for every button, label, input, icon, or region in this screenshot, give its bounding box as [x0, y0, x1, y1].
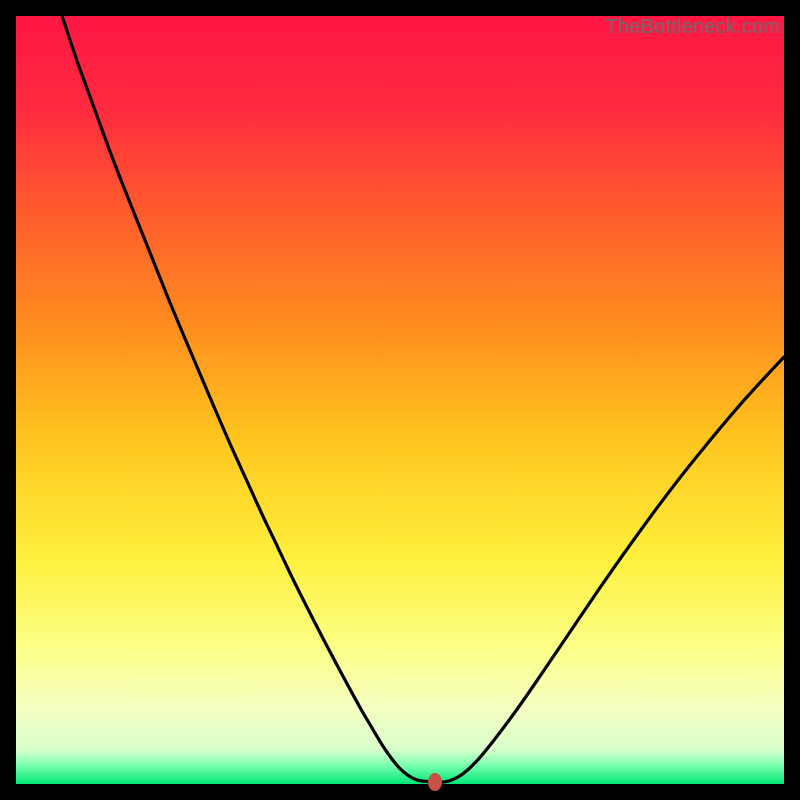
bottleneck-chart	[16, 16, 784, 784]
watermark-text: TheBottleneck.com	[605, 16, 780, 39]
optimal-point-marker	[428, 773, 442, 791]
gradient-background	[16, 16, 784, 784]
chart-frame: TheBottleneck.com	[16, 16, 784, 784]
